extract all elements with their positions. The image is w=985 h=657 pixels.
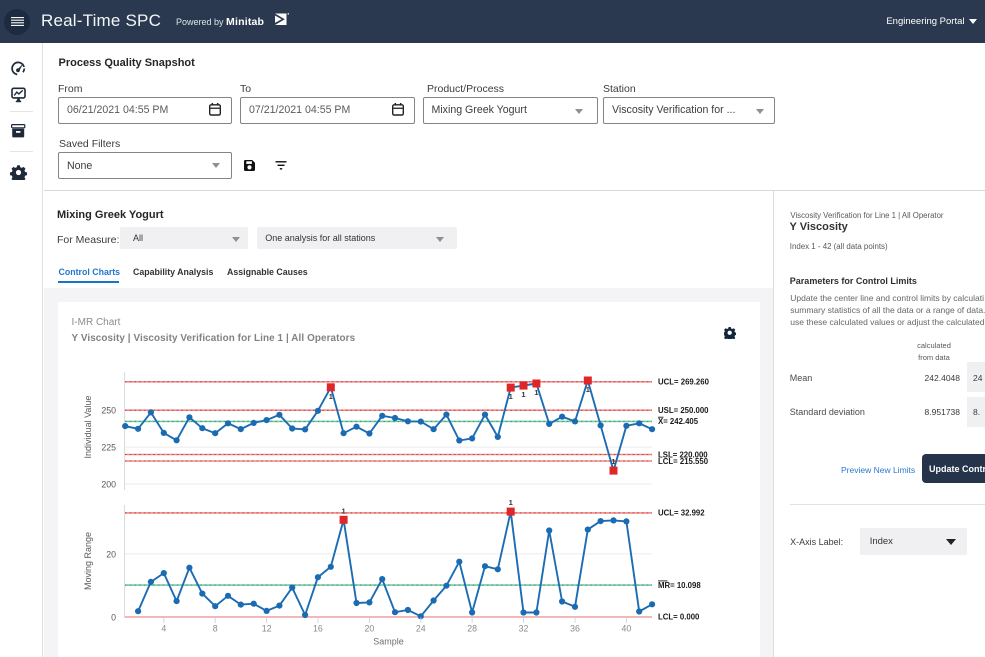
svg-text:X= 242.405: X= 242.405 <box>658 417 699 426</box>
svg-text:24: 24 <box>416 624 426 634</box>
svg-text:0: 0 <box>111 612 116 622</box>
svg-text:1: 1 <box>509 498 513 507</box>
svg-text:8: 8 <box>213 624 218 634</box>
svg-text:UCL= 32.992: UCL= 32.992 <box>658 509 705 518</box>
svg-text:LCL= 0.000: LCL= 0.000 <box>658 613 700 622</box>
svg-text:1: 1 <box>521 390 525 399</box>
svg-text:Sample: Sample <box>373 637 404 647</box>
svg-text:1: 1 <box>509 392 513 401</box>
svg-text:UCL= 269.260: UCL= 269.260 <box>658 378 710 387</box>
svg-text:Moving Range: Moving Range <box>83 532 93 590</box>
svg-text:40: 40 <box>622 624 632 634</box>
svg-text:250: 250 <box>101 406 116 416</box>
svg-text:200: 200 <box>101 479 116 489</box>
svg-text:28: 28 <box>467 624 477 634</box>
svg-text:20: 20 <box>106 549 116 559</box>
svg-text:1: 1 <box>342 506 346 515</box>
svg-text:1: 1 <box>586 385 590 394</box>
svg-text:1: 1 <box>611 457 615 466</box>
svg-text:Individual Value: Individual Value <box>83 396 93 459</box>
svg-text:MR= 10.098: MR= 10.098 <box>658 581 701 590</box>
svg-text:20: 20 <box>365 624 375 634</box>
svg-text:32: 32 <box>519 624 529 634</box>
svg-text:16: 16 <box>313 624 323 634</box>
svg-text:1: 1 <box>329 392 333 401</box>
svg-text:12: 12 <box>262 624 272 634</box>
svg-text:LCL= 215.550: LCL= 215.550 <box>658 457 709 466</box>
svg-text:225: 225 <box>101 443 116 453</box>
svg-text:USL= 250.000: USL= 250.000 <box>658 406 709 415</box>
svg-text:1: 1 <box>534 388 538 397</box>
svg-text:36: 36 <box>570 624 580 634</box>
svg-text:4: 4 <box>161 624 166 634</box>
